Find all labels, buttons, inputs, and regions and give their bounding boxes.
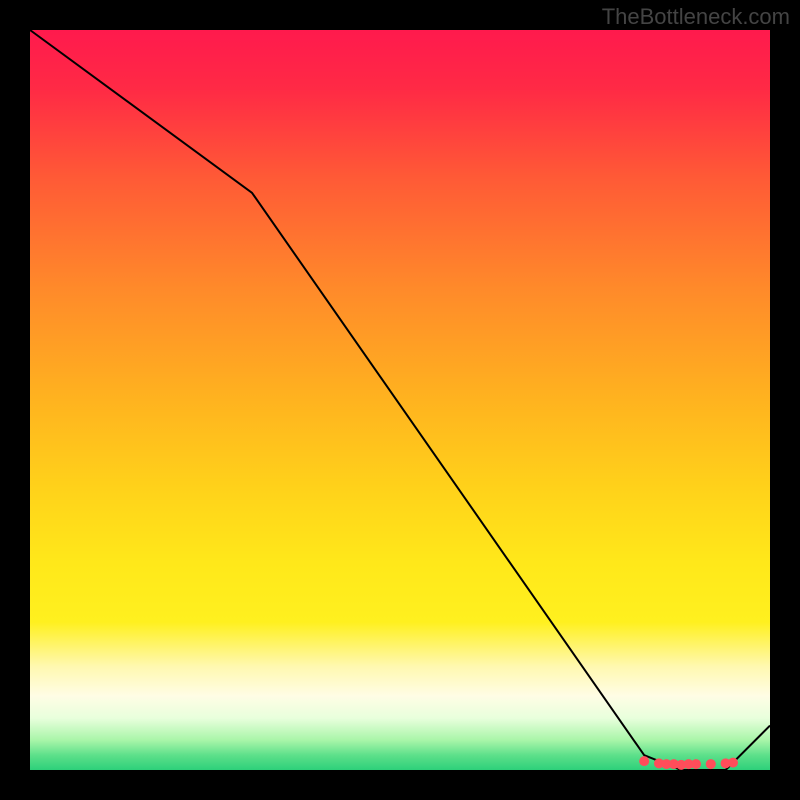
chart-svg xyxy=(0,0,800,800)
chart-marker xyxy=(706,759,716,769)
watermark-text: TheBottleneck.com xyxy=(602,4,790,30)
chart-marker xyxy=(728,758,738,768)
chart-background xyxy=(30,30,770,770)
chart-marker xyxy=(691,759,701,769)
chart-container: TheBottleneck.com xyxy=(0,0,800,800)
chart-marker xyxy=(639,756,649,766)
